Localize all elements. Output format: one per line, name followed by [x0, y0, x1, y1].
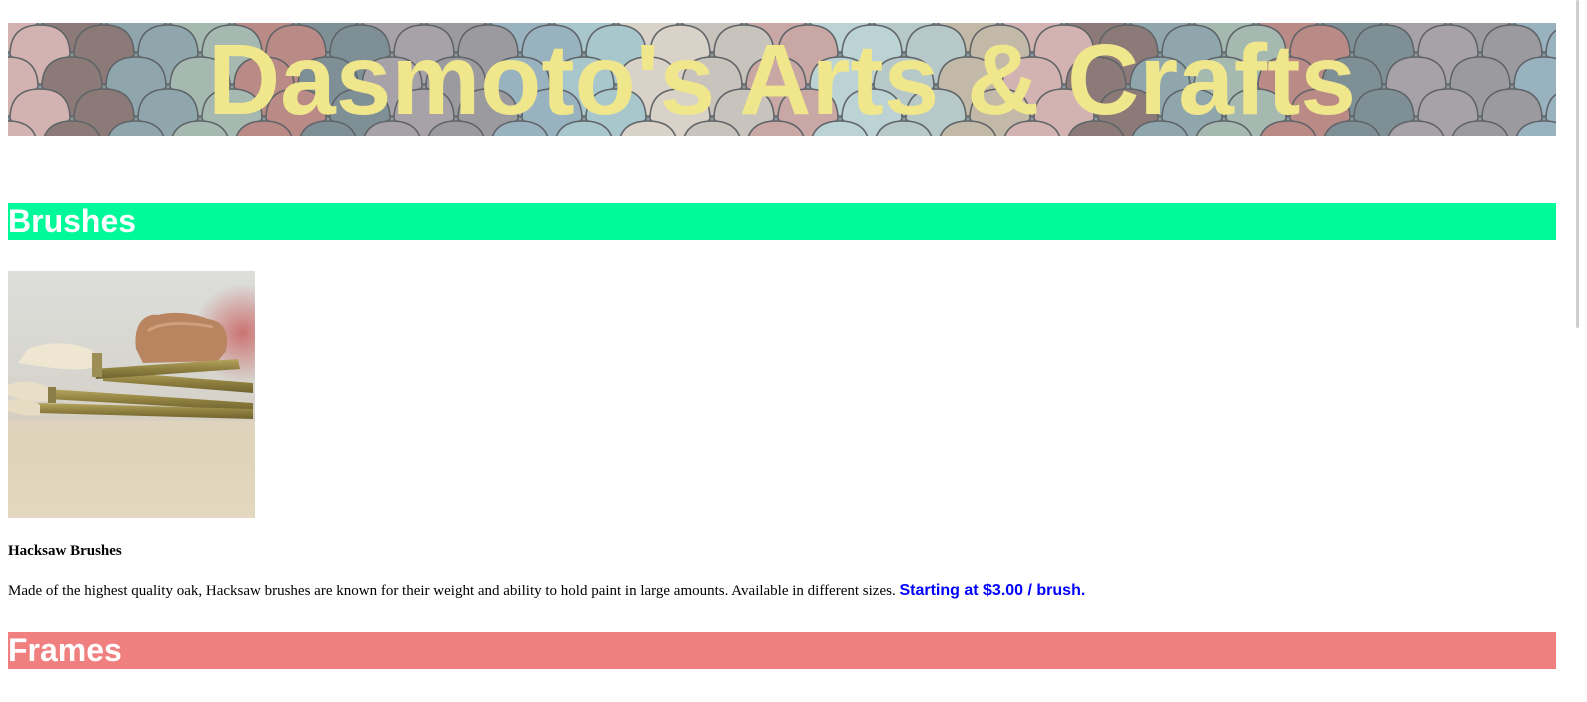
brushes-heading: Brushes [8, 203, 1556, 240]
vertical-scrollbar[interactable] [1570, 0, 1587, 702]
product-description-text: Made of the highest quality oak, Hacksaw… [8, 583, 896, 599]
scrollbar-thumb[interactable] [1576, 0, 1579, 328]
product-name: Hacksaw Brushes [8, 543, 122, 559]
frames-heading: Frames [8, 632, 1556, 669]
hacksaw-brushes-image [8, 271, 255, 518]
site-banner: Dasmoto's Arts & Crafts [8, 23, 1556, 136]
product-description: Made of the highest quality oak, Hacksaw… [8, 580, 1085, 602]
product-price: Starting at $3.00 / brush. [899, 582, 1086, 599]
site-title: Dasmoto's Arts & Crafts [207, 23, 1357, 136]
